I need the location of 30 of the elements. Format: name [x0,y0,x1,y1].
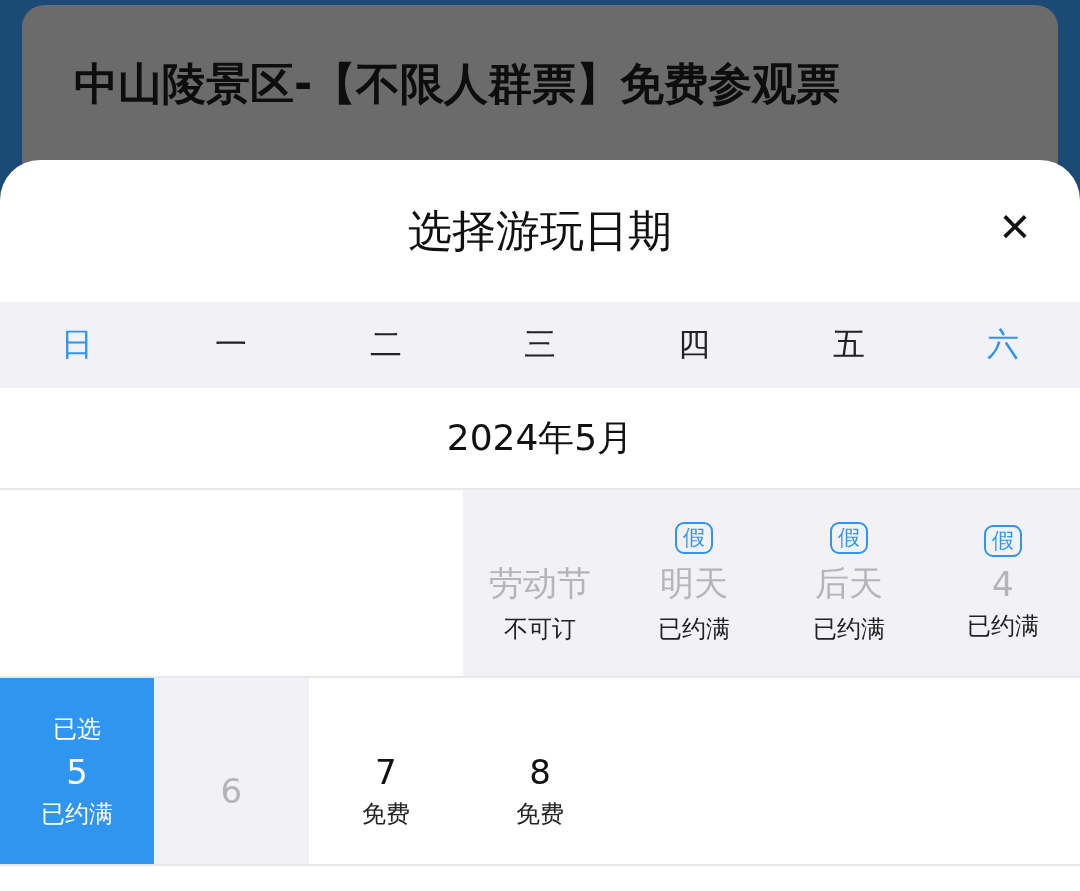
day-status: 已约满 [966,611,1039,642]
day-status: 已约满 [41,799,114,830]
holiday-badge: 假 [983,525,1022,557]
sheet-title: 选择游玩日期 [408,203,672,258]
day-status: 不可订 [504,614,576,645]
weekday-label: 一 [215,324,248,365]
weekday-label: 三 [524,324,556,365]
weekday-label: 日 [61,324,94,365]
day-label: 明天 [660,562,729,605]
month-label: 2024年5月 [446,415,634,460]
weekday-label: 四 [678,324,711,365]
weekday-label: 五 [832,324,865,365]
ticket-title: 中山陵景区-【不限人群票】免费参观票 [74,57,842,111]
weekday-label: 二 [369,324,402,365]
day-label: 6 [220,771,243,811]
selected-caption: 已选 [53,714,102,745]
close-button[interactable]: × [993,200,1036,252]
day-label: 8 [529,752,551,792]
holiday-badge: 假 [675,522,714,554]
day-status: 已约满 [658,614,731,645]
day-label: 劳动节 [489,562,591,605]
day-label: 5 [66,752,88,792]
holiday-badge: 假 [829,522,868,554]
day-label: 后天 [814,562,883,605]
day-status: 免费 [361,799,410,830]
day-status: 免费 [516,799,564,830]
day-status: 已约满 [812,614,885,645]
day-label: 4 [992,564,1014,604]
weekday-label: 六 [986,324,1019,365]
day-label: 7 [374,752,397,792]
